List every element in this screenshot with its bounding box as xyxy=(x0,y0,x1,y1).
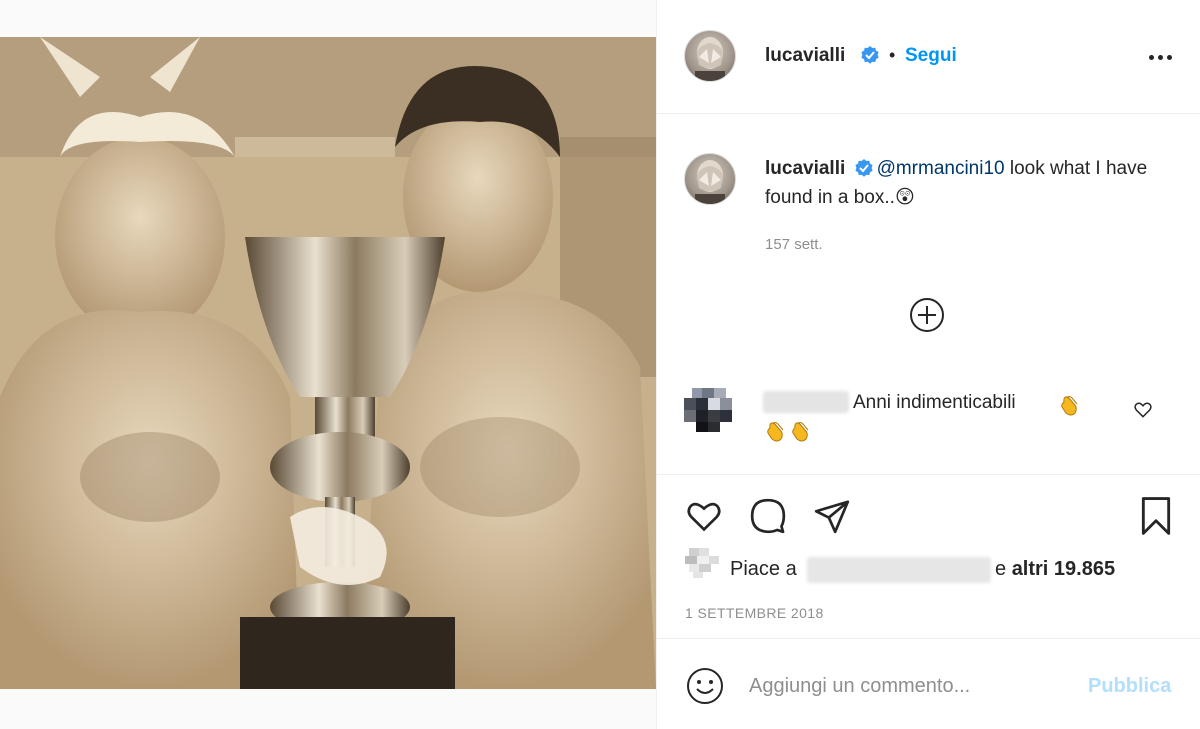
comment-emojis xyxy=(765,418,812,443)
media-area xyxy=(0,0,656,729)
verified-badge-icon xyxy=(854,159,873,177)
clap-emoji xyxy=(767,422,784,442)
share-icon[interactable] xyxy=(812,497,852,535)
separator-dot: • xyxy=(889,45,896,65)
caption-username[interactable]: lucavialli xyxy=(765,158,845,179)
more-options-icon[interactable] xyxy=(1140,42,1180,72)
clap-emoji xyxy=(792,422,809,442)
astonished-emoji: 😲 xyxy=(894,187,915,208)
comment-body: Anni indimenticabili xyxy=(853,392,1016,413)
post-header: lucavialli • Segui xyxy=(657,0,1200,114)
clap-emoji xyxy=(1061,396,1078,416)
liker-avatar-pixelated[interactable] xyxy=(685,548,719,578)
post-actions-section: Piace a e altri 19.865 1 SETTEMBRE 2018 xyxy=(657,474,1200,639)
likes-prefix: Piace a xyxy=(730,558,797,580)
likes-count-value[interactable]: altri 19.865 xyxy=(1012,558,1115,580)
comment-icon[interactable] xyxy=(748,497,788,535)
post-date[interactable]: 1 SETTEMBRE 2018 xyxy=(685,605,824,621)
caption-timestamp[interactable]: 157 sett. xyxy=(765,236,823,253)
post-details-panel: lucavialli • Segui lucavialli @mrmancini… xyxy=(656,0,1200,729)
add-comment-bar: Pubblica xyxy=(657,638,1200,729)
post-caption: lucavialli @mrmancini10 look what I have… xyxy=(765,154,1175,212)
smiley-icon[interactable] xyxy=(685,666,725,706)
post-photo[interactable] xyxy=(0,37,656,689)
author-avatar[interactable] xyxy=(684,30,736,82)
caption-author-avatar[interactable] xyxy=(684,153,736,205)
heart-icon[interactable] xyxy=(684,497,724,535)
commenter-avatar[interactable] xyxy=(684,384,734,434)
follow-button[interactable]: Segui xyxy=(905,45,957,67)
publish-button[interactable]: Pubblica xyxy=(1088,675,1171,698)
comment-input[interactable] xyxy=(749,668,1069,704)
bookmark-icon[interactable] xyxy=(1137,495,1175,537)
likes-connector: e xyxy=(995,558,1007,580)
caption-mention-link[interactable]: @mrmancini10 xyxy=(877,158,1005,179)
like-comment-heart-icon[interactable] xyxy=(1133,400,1153,420)
liker-username-blurred[interactable] xyxy=(807,557,991,583)
commenter-username-blurred[interactable] xyxy=(763,391,849,413)
plus-circle-icon[interactable] xyxy=(909,297,945,333)
likes-count[interactable]: e altri 19.865 xyxy=(995,558,1115,581)
verified-badge-icon xyxy=(861,46,879,64)
author-username[interactable]: lucavialli xyxy=(765,45,845,67)
